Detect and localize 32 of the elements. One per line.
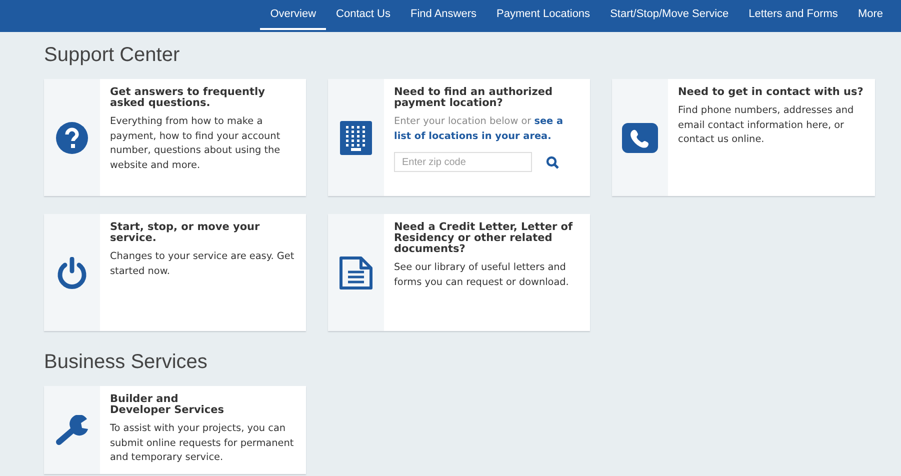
nav-tab[interactable]: Start/Stop/Move Service [600,0,739,30]
card-title: Need to get in contact with us? [678,87,864,98]
section-heading: Business Services [44,351,208,374]
document-icon [339,256,373,290]
locations-link[interactable]: see a [534,116,564,127]
nav-tab[interactable]: Letters and Forms [738,0,848,30]
keypad-icon [340,120,372,154]
nav-tab[interactable]: More [848,0,893,30]
power-icon [55,256,89,288]
nav-tab[interactable]: Overview [260,0,326,30]
card-description: To assist with your projects, you can submit online requests for permanent and temporary service. [110,422,295,465]
nav-tab[interactable]: Find Answers [400,0,486,30]
search-icon [546,156,559,168]
locations-link[interactable]: list of locations in your area. [394,130,552,142]
card-description: See our library of useful letters and forms you can request or download. [394,261,570,290]
card-description: Everything from how to make a payment, how to find your account number, questions about using the website and more. [110,115,282,172]
card-title: Start, stop, or move your service. [110,222,261,244]
card-description: Enter your location below or see a list of locations in your area. [394,115,564,144]
wrench-icon [55,414,89,445]
card-title: Get answers to frequently asked questions. [110,87,266,109]
card-title: Need a Credit Letter, Letter of Residency or other related documents? [394,222,574,255]
nav-tab[interactable]: Contact Us [326,0,400,30]
search-button[interactable] [546,156,559,168]
nav-tab[interactable]: Payment Locations [486,0,600,30]
card-description: Find phone numbers, addresses and email contact information here, or contact us online. [678,104,855,147]
card-title: Need to find an authorized payment location? [394,87,554,109]
question-icon [56,122,88,154]
phone-icon [622,122,658,152]
section-heading: Support Center [44,44,180,67]
card-description: Changes to your service are easy. Get started now. [110,250,296,278]
card-title: Builder and Developer Services [110,394,225,416]
zip-code-field[interactable]: Enter zip code [394,152,532,172]
